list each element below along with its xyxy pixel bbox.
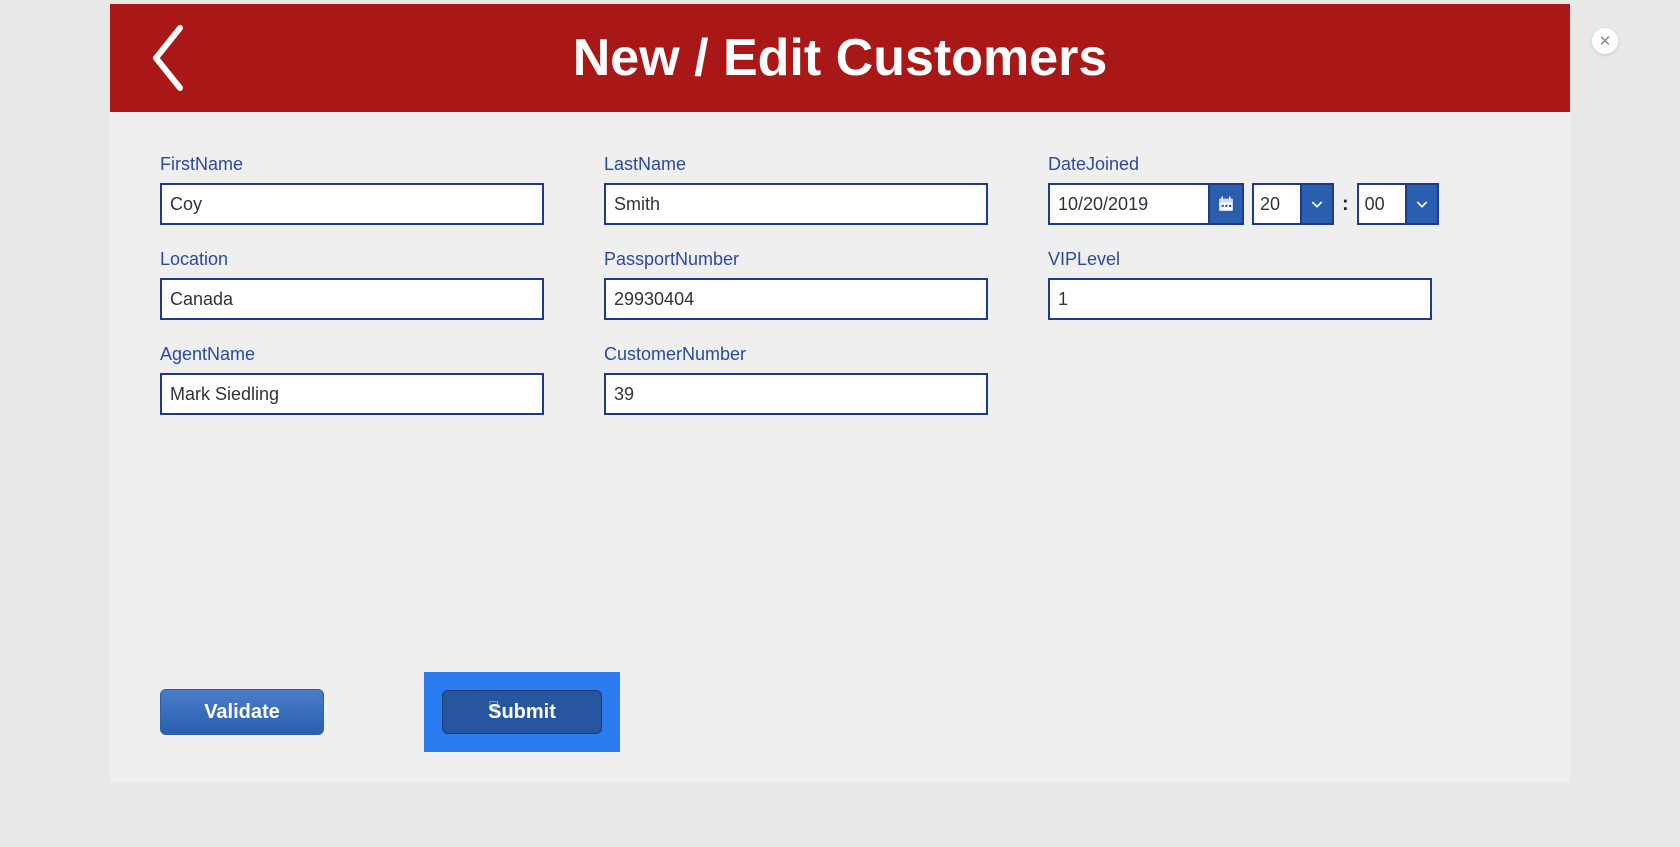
- label-datejoined: DateJoined: [1048, 154, 1448, 175]
- input-datejoined-date[interactable]: [1048, 183, 1208, 225]
- field-location: Location: [160, 249, 560, 320]
- label-lastname: LastName: [604, 154, 1004, 175]
- modal-title: New / Edit Customers: [573, 28, 1108, 88]
- select-hour-button[interactable]: [1300, 183, 1334, 225]
- input-lastname[interactable]: [604, 183, 988, 225]
- submit-highlight: Submit ☟: [424, 672, 620, 752]
- close-icon: ✕: [1599, 32, 1612, 50]
- field-viplevel: VIPLevel: [1048, 249, 1448, 320]
- back-button[interactable]: [150, 25, 186, 91]
- modal-header: New / Edit Customers: [110, 4, 1570, 112]
- select-hour-value[interactable]: 20: [1252, 183, 1300, 225]
- input-firstname[interactable]: [160, 183, 544, 225]
- input-passportnumber[interactable]: [604, 278, 988, 320]
- chevron-down-icon: [1309, 196, 1325, 212]
- label-firstname: FirstName: [160, 154, 560, 175]
- field-customernumber: CustomerNumber: [604, 344, 1004, 415]
- chevron-down-icon: [1414, 196, 1430, 212]
- label-viplevel: VIPLevel: [1048, 249, 1448, 270]
- label-agentname: AgentName: [160, 344, 560, 365]
- label-customernumber: CustomerNumber: [604, 344, 1004, 365]
- calendar-icon: [1217, 195, 1235, 213]
- submit-button[interactable]: Submit: [442, 690, 602, 734]
- close-button[interactable]: ✕: [1592, 28, 1618, 54]
- form-area: FirstName LastName DateJoined: [110, 112, 1570, 672]
- input-location[interactable]: [160, 278, 544, 320]
- field-firstname: FirstName: [160, 154, 560, 225]
- datepicker-button[interactable]: [1208, 183, 1244, 225]
- field-datejoined: DateJoined: [1048, 154, 1448, 225]
- validate-button[interactable]: Validate: [160, 689, 324, 735]
- customer-form-modal: ✕ New / Edit Customers FirstName LastNam…: [110, 4, 1570, 782]
- time-separator: :: [1342, 193, 1349, 216]
- select-minute-value[interactable]: 00: [1357, 183, 1405, 225]
- input-customernumber[interactable]: [604, 373, 988, 415]
- select-minute-button[interactable]: [1405, 183, 1439, 225]
- field-agentname: AgentName: [160, 344, 560, 415]
- chevron-left-icon: [150, 25, 186, 91]
- label-passportnumber: PassportNumber: [604, 249, 1004, 270]
- action-row: Validate Submit ☟: [110, 672, 1570, 782]
- field-lastname: LastName: [604, 154, 1004, 225]
- label-location: Location: [160, 249, 560, 270]
- input-agentname[interactable]: [160, 373, 544, 415]
- input-viplevel[interactable]: [1048, 278, 1432, 320]
- field-passportnumber: PassportNumber: [604, 249, 1004, 320]
